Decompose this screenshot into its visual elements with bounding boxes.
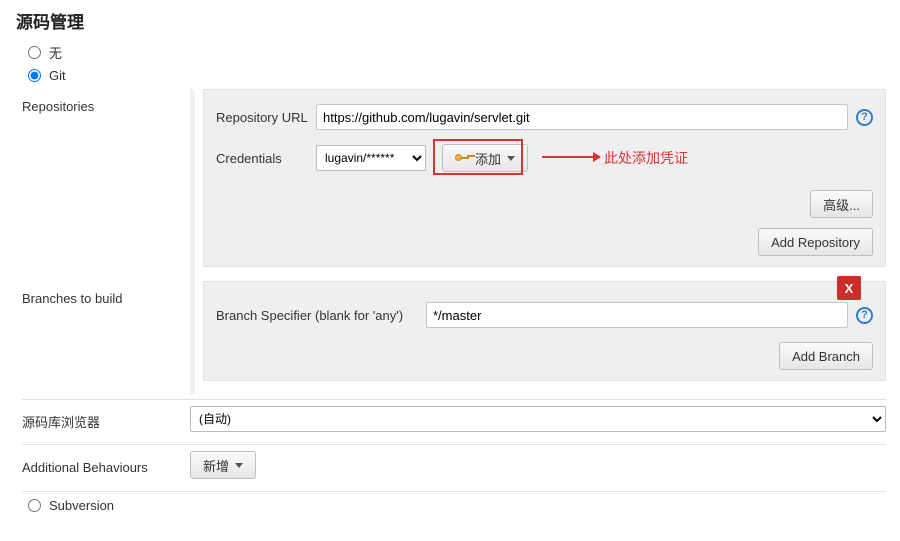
repo-url-label: Repository URL	[216, 110, 316, 125]
branch-panel: X Branch Specifier (blank for 'any') ? A…	[203, 281, 886, 381]
help-icon[interactable]: ?	[856, 109, 873, 126]
repo-browser-select[interactable]: (自动)	[190, 406, 886, 432]
radio-scm-svn-label[interactable]: Subversion	[49, 498, 114, 513]
add-branch-button[interactable]: Add Branch	[779, 342, 873, 370]
add-credentials-button[interactable]: 添加	[442, 144, 528, 172]
radio-scm-git[interactable]	[28, 69, 41, 82]
branches-label: Branches to build	[22, 281, 190, 306]
advanced-button[interactable]: 高级...	[810, 190, 873, 218]
chevron-down-icon	[235, 463, 243, 468]
branch-spec-input[interactable]	[426, 302, 848, 328]
branch-spec-label: Branch Specifier (blank for 'any')	[216, 308, 426, 323]
radio-scm-svn[interactable]	[28, 499, 41, 512]
repository-panel: Repository URL ? Credentials lugavin/***…	[203, 89, 886, 267]
radio-scm-git-label[interactable]: Git	[49, 68, 66, 83]
repo-url-input[interactable]	[316, 104, 848, 130]
section-title-scm: 源码管理	[16, 8, 886, 33]
annotation-text: 此处添加凭证	[604, 148, 688, 168]
key-icon	[455, 154, 469, 162]
chevron-down-icon	[507, 156, 515, 161]
radio-scm-none[interactable]	[28, 46, 41, 59]
help-icon[interactable]: ?	[856, 307, 873, 324]
repo-browser-label: 源码库浏览器	[22, 408, 190, 431]
repositories-label: Repositories	[22, 89, 190, 114]
add-credentials-label: 添加	[475, 149, 501, 168]
add-repository-button[interactable]: Add Repository	[758, 228, 873, 256]
annotation-arrow	[542, 156, 600, 158]
add-behaviour-button[interactable]: 新增	[190, 451, 256, 479]
behaviours-label: Additional Behaviours	[22, 456, 190, 475]
radio-scm-none-label[interactable]: 无	[49, 43, 62, 62]
credentials-label: Credentials	[216, 151, 316, 166]
delete-branch-button[interactable]: X	[837, 276, 861, 300]
credentials-select[interactable]: lugavin/******	[316, 145, 426, 171]
